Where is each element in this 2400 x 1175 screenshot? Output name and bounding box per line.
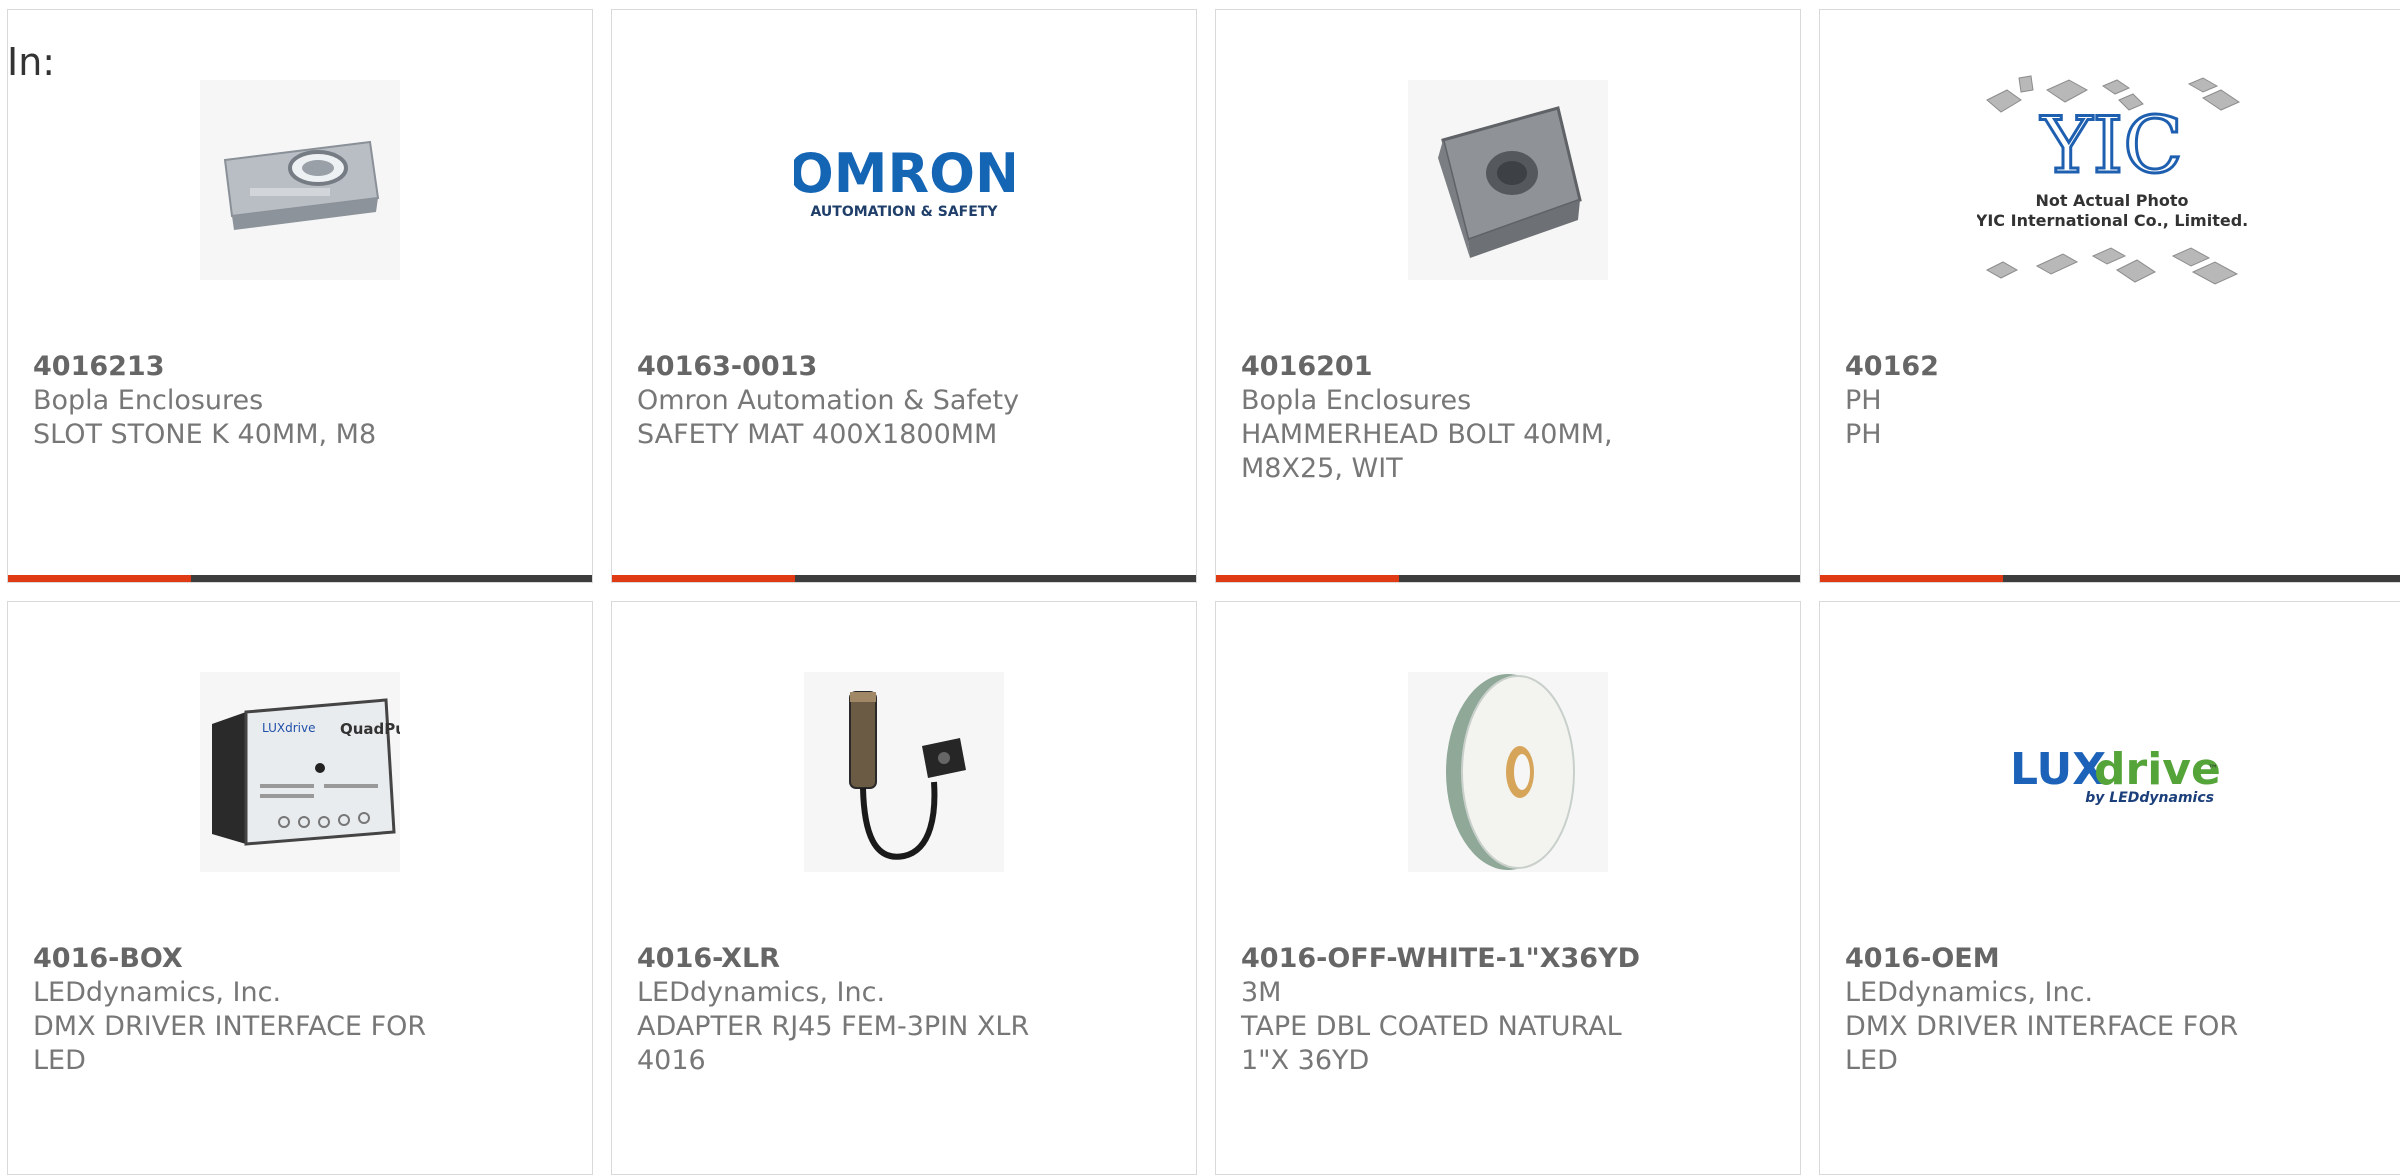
tape-roll-image	[1408, 672, 1608, 872]
product-card[interactable]: OMRON AUTOMATION & SAFETY 40163-0013 Omr…	[611, 9, 1197, 583]
manufacturer: Bopla Enclosures	[33, 385, 264, 416]
hammerhead-bolt-image	[1408, 80, 1608, 280]
slot-stone-image	[200, 80, 400, 280]
description: HAMMERHEAD BOLT 40MM, M8X25, WIT	[1241, 419, 1613, 484]
part-number[interactable]: 40162	[1845, 350, 2265, 384]
card-bar-accent	[1820, 575, 2003, 582]
omron-logo: OMRON AUTOMATION & SAFETY	[794, 142, 1014, 220]
svg-text:QuadPuck: QuadPuck	[340, 720, 400, 738]
svg-text:LUXdrive: LUXdrive	[262, 721, 315, 735]
product-image-container	[8, 80, 592, 280]
part-number[interactable]: 4016-OFF-WHITE-1"X36YD	[1241, 942, 1661, 976]
svg-text:YIC: YIC	[2040, 101, 2183, 191]
results-in-label: In:	[7, 40, 56, 84]
part-number[interactable]: 4016213	[33, 350, 453, 384]
description: TAPE DBL COATED NATURAL 1"X 36YD	[1241, 1011, 1622, 1076]
part-number[interactable]: 4016201	[1241, 350, 1661, 384]
product-image-container: LUXdrive QuadPuck	[8, 672, 592, 872]
xlr-adapter-image	[804, 672, 1004, 872]
card-bar-accent	[1216, 575, 1399, 582]
manufacturer: 3M	[1241, 977, 1282, 1008]
description: DMX DRIVER INTERFACE FOR LED	[33, 1011, 427, 1076]
part-number[interactable]: 4016-OEM	[1845, 942, 2265, 976]
svg-text:LUX: LUX	[2010, 744, 2106, 795]
part-number[interactable]: 4016-BOX	[33, 942, 453, 976]
card-bar-accent	[8, 575, 191, 582]
manufacturer: Bopla Enclosures	[1241, 385, 1472, 416]
manufacturer: LEDdynamics, Inc.	[1845, 977, 2094, 1008]
manufacturer: LEDdynamics, Inc.	[637, 977, 886, 1008]
product-image-container: LUX drive ™ by LEDdynamics	[1820, 672, 2400, 872]
description: SLOT STONE K 40MM, M8	[33, 419, 377, 450]
product-grid: 4016213 Bopla Enclosures SLOT STONE K 40…	[7, 9, 2400, 1175]
svg-text:OMRON: OMRON	[794, 142, 1014, 205]
description: DMX DRIVER INTERFACE FOR LED	[1845, 1011, 2239, 1076]
product-image-container: YIC Not Actual Photo YIC International C…	[1820, 75, 2400, 285]
card-bar	[612, 575, 1196, 582]
product-image-container	[1216, 672, 1800, 872]
card-bar	[8, 575, 592, 582]
description: SAFETY MAT 400X1800MM	[637, 419, 998, 450]
svg-text:by LEDdynamics: by LEDdynamics	[2085, 790, 2214, 806]
card-bar	[1216, 575, 1800, 582]
part-number[interactable]: 40163-0013	[637, 350, 1057, 384]
svg-text:™: ™	[2208, 764, 2218, 775]
luxdrive-logo: LUX drive ™ by LEDdynamics	[2010, 744, 2221, 806]
product-image-container	[612, 672, 1196, 872]
manufacturer: PH	[1845, 385, 1882, 416]
description: ADAPTER RJ45 FEM-3PIN XLR 4016	[637, 1011, 1030, 1076]
product-card[interactable]: 4016-OFF-WHITE-1"X36YD 3M TAPE DBL COATE…	[1215, 601, 1801, 1175]
card-bar-accent	[612, 575, 795, 582]
svg-text:drive: drive	[2094, 744, 2221, 795]
svg-text:YIC International Co., Limited: YIC International Co., Limited.	[1977, 211, 2247, 230]
product-card[interactable]: 4016-XLR LEDdynamics, Inc. ADAPTER RJ45 …	[611, 601, 1197, 1175]
product-card[interactable]: LUX drive ™ by LEDdynamics 4016-OEM LEDd…	[1819, 601, 2400, 1175]
manufacturer: Omron Automation & Safety	[637, 385, 1020, 416]
yic-placeholder-image: YIC Not Actual Photo YIC International C…	[1977, 75, 2247, 285]
svg-text:Not Actual Photo: Not Actual Photo	[2035, 191, 2188, 210]
product-image-container: OMRON AUTOMATION & SAFETY	[612, 80, 1196, 280]
driver-box-image: LUXdrive QuadPuck	[200, 672, 400, 872]
description: PH	[1845, 419, 1882, 450]
product-card[interactable]: 4016213 Bopla Enclosures SLOT STONE K 40…	[7, 9, 593, 583]
card-bar	[1820, 575, 2400, 582]
product-card[interactable]: 4016201 Bopla Enclosures HAMMERHEAD BOLT…	[1215, 9, 1801, 583]
part-number[interactable]: 4016-XLR	[637, 942, 1057, 976]
product-image-container	[1216, 80, 1800, 280]
svg-text:AUTOMATION & SAFETY: AUTOMATION & SAFETY	[811, 204, 999, 220]
product-card[interactable]: YIC Not Actual Photo YIC International C…	[1819, 9, 2400, 583]
product-card[interactable]: LUXdrive QuadPuck 4016-BOX LEDdynamics, …	[7, 601, 593, 1175]
manufacturer: LEDdynamics, Inc.	[33, 977, 282, 1008]
